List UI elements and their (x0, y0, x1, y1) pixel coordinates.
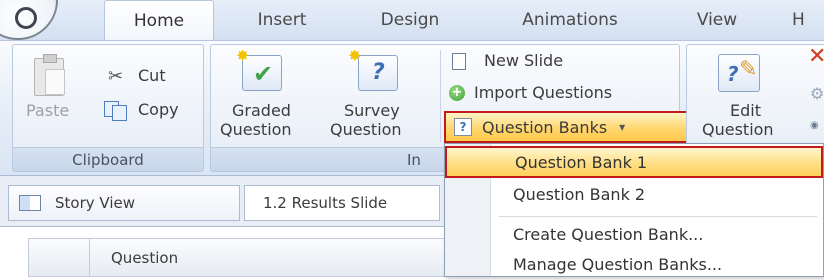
copy-icon (104, 101, 127, 121)
tab-view-label: View (696, 10, 738, 30)
menu-item-label: Manage Question Banks... (513, 254, 723, 274)
paste-icon (34, 54, 65, 96)
menu-item-label: Create Question Bank... (513, 224, 704, 244)
new-slide-icon (452, 53, 466, 70)
menu-item-create-question-bank[interactable]: Create Question Bank... (491, 218, 823, 250)
tab-animations-label: Animations (522, 10, 618, 30)
story-view-label: Story View (55, 194, 135, 212)
delete-icon[interactable]: ✕ (808, 44, 824, 69)
graded-question-button[interactable]: Graded (232, 101, 291, 120)
tab-design[interactable]: Design (358, 0, 462, 40)
graded-question-line1: Graded (232, 101, 291, 120)
tab-animations[interactable]: Animations (496, 0, 644, 40)
sparkle-icon: ✸ (236, 46, 250, 65)
survey-question-icon: ? (358, 55, 398, 91)
clipboard-group-label: Clipboard (13, 147, 203, 171)
menu-item-manage-question-banks[interactable]: Manage Question Banks... (491, 248, 823, 280)
survey-question-button[interactable]: Survey (344, 101, 400, 120)
grid-header-label: Question (111, 248, 179, 267)
scissors-icon: ✂ (108, 66, 124, 87)
checkmark-icon: ✔ (253, 60, 274, 88)
import-questions-button[interactable]: Import Questions (474, 83, 612, 102)
tab-story-view[interactable]: Story View (8, 185, 240, 221)
edit-question-button[interactable]: Edit (730, 101, 761, 120)
graded-question-label: Question (220, 120, 292, 139)
tab-home-label: Home (133, 10, 185, 31)
group-separator (440, 50, 441, 142)
tab-view[interactable]: View (678, 0, 756, 40)
new-slide-button[interactable]: New Slide (484, 51, 563, 70)
menu-separator (499, 216, 817, 217)
tab-help-partial[interactable]: H (786, 0, 824, 40)
edit-question-label: Question (702, 120, 774, 139)
grid-header-question[interactable]: Question (28, 238, 448, 277)
gear-icon: ⚙ (810, 84, 824, 103)
survey-question-label: Question (330, 120, 402, 139)
small-option-icon: ◉ (810, 120, 819, 131)
tab-help-label: H (792, 10, 805, 30)
copy-button[interactable]: Copy (138, 100, 179, 119)
tab-insert[interactable]: Insert (234, 0, 330, 40)
menu-item-question-bank-2[interactable]: Question Bank 2 (491, 178, 823, 210)
question-mark-icon: ? (727, 62, 739, 86)
menu-item-label: Question Bank 1 (515, 152, 648, 172)
question-banks-label: Question Banks (482, 117, 608, 137)
question-banks-dropdown: Question Bank 1 Question Bank 2 Create Q… (444, 143, 824, 277)
paste-button[interactable]: Paste (26, 101, 69, 120)
tab-home[interactable]: Home (104, 0, 214, 40)
question-bank-icon: ? (454, 118, 472, 136)
tab-design-label: Design (380, 10, 440, 30)
menu-item-question-bank-1[interactable]: Question Bank 1 (445, 146, 823, 178)
sparkle-icon: ✸ (348, 46, 362, 65)
edit-question-icon: ? ✎ (718, 54, 760, 92)
pencil-icon: ✎ (739, 57, 758, 82)
import-questions-icon: + (449, 85, 465, 101)
results-slide-label: 1.2 Results Slide (263, 194, 388, 212)
story-view-icon (19, 195, 41, 211)
cut-button[interactable]: Cut (138, 66, 166, 85)
menu-item-label: Question Bank 2 (513, 184, 646, 204)
chevron-down-icon: ▾ (619, 120, 626, 134)
question-mark-icon: ? (372, 60, 385, 85)
tab-insert-label: Insert (257, 10, 307, 30)
question-banks-button[interactable]: ? Question Banks ▾ (444, 111, 688, 143)
tab-results-slide[interactable]: 1.2 Results Slide (244, 185, 440, 221)
